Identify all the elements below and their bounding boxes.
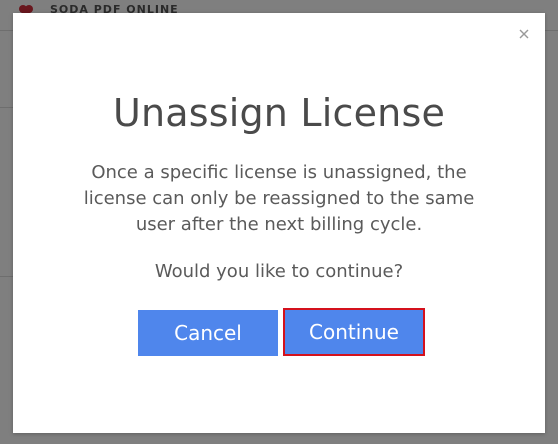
close-icon[interactable]	[517, 27, 531, 41]
close-x-icon	[519, 29, 529, 39]
dialog-message: Once a specific license is unassigned, t…	[83, 162, 475, 235]
cancel-button[interactable]: Cancel	[138, 310, 278, 356]
dialog-title: Unassign License	[112, 91, 446, 135]
continue-button[interactable]: Continue	[283, 308, 425, 356]
dialog-question: Would you like to continue?	[154, 261, 404, 282]
unassign-license-dialog: Unassign License Once a specific license…	[13, 13, 545, 433]
